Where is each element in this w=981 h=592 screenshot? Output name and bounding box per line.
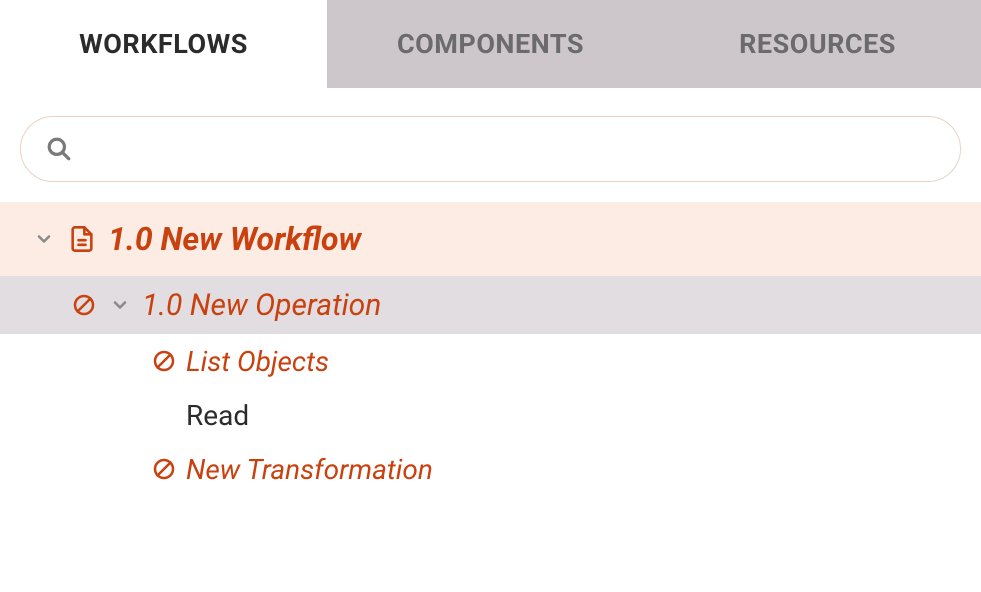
workflow-label: 1.0 New Workflow bbox=[108, 220, 361, 258]
item-label: Read bbox=[186, 399, 249, 432]
tree-node-list-objects[interactable]: List Objects bbox=[0, 334, 981, 388]
tab-workflows[interactable]: WORKFLOWS bbox=[0, 0, 327, 88]
prohibit-icon bbox=[150, 453, 178, 485]
search-icon bbox=[43, 133, 75, 165]
tree-node-new-transformation[interactable]: New Transformation bbox=[0, 442, 981, 496]
document-icon bbox=[66, 223, 98, 255]
prohibit-icon bbox=[150, 345, 178, 377]
search-input[interactable] bbox=[99, 134, 938, 164]
tab-components[interactable]: COMPONENTS bbox=[327, 0, 654, 88]
search-box[interactable] bbox=[20, 116, 961, 182]
item-label: List Objects bbox=[186, 345, 329, 378]
search-area bbox=[0, 88, 981, 202]
empty-icon-slot bbox=[150, 399, 178, 431]
workflow-tree: 1.0 New Workflow 1.0 New Operation List … bbox=[0, 202, 981, 496]
tabs-bar: WORKFLOWS COMPONENTS RESOURCES bbox=[0, 0, 981, 88]
tab-label: WORKFLOWS bbox=[79, 28, 248, 60]
tab-label: COMPONENTS bbox=[397, 28, 584, 60]
tree-node-read[interactable]: Read bbox=[0, 388, 981, 442]
operation-label: 1.0 New Operation bbox=[142, 288, 381, 323]
item-label: New Transformation bbox=[186, 453, 433, 486]
tab-resources[interactable]: RESOURCES bbox=[654, 0, 981, 88]
tree-node-workflow[interactable]: 1.0 New Workflow bbox=[0, 202, 981, 276]
tab-label: RESOURCES bbox=[739, 28, 896, 60]
prohibit-icon bbox=[70, 289, 98, 321]
chevron-down-icon[interactable] bbox=[106, 289, 134, 321]
chevron-down-icon[interactable] bbox=[30, 223, 58, 255]
tree-node-operation[interactable]: 1.0 New Operation bbox=[0, 276, 981, 334]
